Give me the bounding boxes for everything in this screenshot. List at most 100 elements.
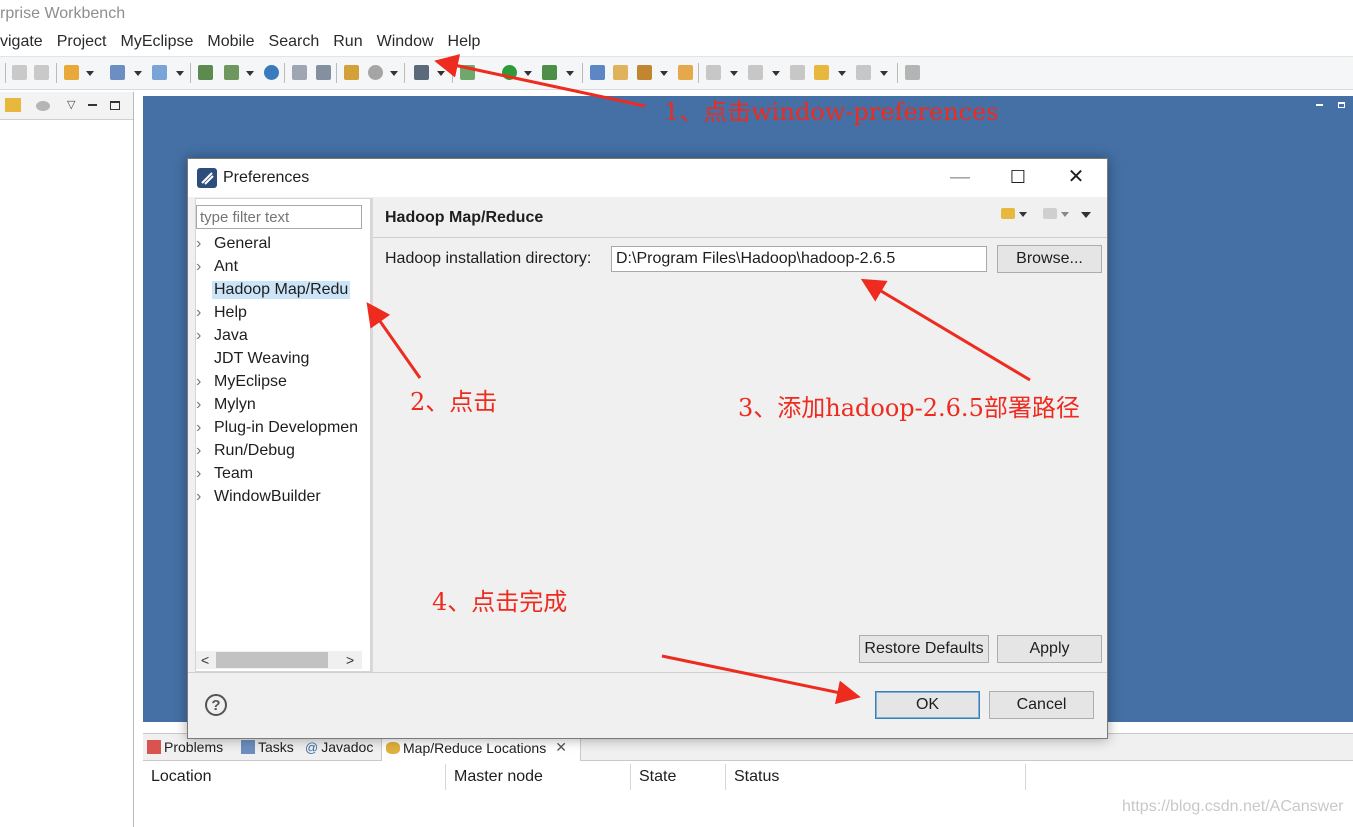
chevron-right-icon[interactable]: ›: [196, 258, 212, 276]
chevron-right-icon[interactable]: >: [346, 651, 354, 669]
forward-icon[interactable]: [856, 65, 871, 80]
chevron-down-icon[interactable]: [772, 71, 780, 76]
chevron-down-icon[interactable]: [730, 71, 738, 76]
tree-item[interactable]: › Help: [196, 302, 249, 324]
tree-item[interactable]: › Plug-in Developmen: [196, 417, 358, 439]
open-folder-icon[interactable]: [613, 65, 628, 80]
chevron-right-icon[interactable]: ›: [196, 327, 212, 345]
chevron-right-icon[interactable]: ›: [196, 235, 212, 253]
debug-icon[interactable]: [460, 65, 475, 80]
chevron-down-icon[interactable]: [1019, 212, 1027, 217]
chevron-right-icon[interactable]: ›: [196, 419, 212, 437]
chevron-down-icon[interactable]: ▽: [67, 98, 75, 111]
cancel-button[interactable]: Cancel: [989, 691, 1094, 719]
apply-button[interactable]: Apply: [997, 635, 1102, 663]
chevron-left-icon[interactable]: <: [201, 651, 209, 669]
folder-icon[interactable]: [678, 65, 693, 80]
minimize-icon[interactable]: [88, 104, 97, 106]
tree-item[interactable]: › WindowBuilder: [196, 486, 323, 508]
menu-project[interactable]: Project: [57, 30, 107, 54]
chevron-down-icon[interactable]: [566, 71, 574, 76]
tree-item[interactable]: Hadoop Map/Redu: [196, 279, 351, 301]
link-editor-icon[interactable]: [5, 98, 21, 112]
maximize-icon[interactable]: ☐: [998, 165, 1038, 191]
annotation-icon[interactable]: [706, 65, 721, 80]
chevron-down-icon[interactable]: [246, 71, 254, 76]
menu-window[interactable]: Window: [377, 30, 434, 54]
redo-icon[interactable]: [34, 65, 49, 80]
menu-mobile[interactable]: Mobile: [207, 30, 254, 54]
chevron-down-icon[interactable]: [437, 71, 445, 76]
close-icon[interactable]: ✕: [555, 739, 567, 756]
run-external-icon[interactable]: [542, 65, 557, 80]
chevron-down-icon[interactable]: [838, 71, 846, 76]
chevron-down-icon[interactable]: [1061, 212, 1069, 217]
back-icon[interactable]: [814, 65, 829, 80]
minimize-icon[interactable]: —: [940, 165, 980, 191]
globe-icon[interactable]: [264, 65, 279, 80]
pin-editor-icon[interactable]: [905, 65, 920, 80]
tab-javadoc[interactable]: @ Javadoc: [305, 739, 373, 755]
view-menu-icon[interactable]: [1081, 212, 1091, 218]
server-icon[interactable]: [198, 65, 213, 80]
next-annotation-icon[interactable]: [748, 65, 763, 80]
camera-icon[interactable]: [414, 65, 429, 80]
tree-item[interactable]: › General: [196, 233, 273, 255]
tree-item[interactable]: › MyEclipse: [196, 371, 289, 393]
chevron-right-icon[interactable]: ›: [196, 304, 212, 322]
chevron-down-icon[interactable]: [390, 71, 398, 76]
chevron-right-icon[interactable]: ›: [196, 488, 212, 506]
tree-item[interactable]: › Run/Debug: [196, 440, 297, 462]
column-header-master-node[interactable]: Master node: [446, 764, 631, 790]
tree-item[interactable]: › Java: [196, 325, 250, 347]
menu-search[interactable]: Search: [269, 30, 320, 54]
column-header-location[interactable]: Location: [143, 764, 446, 790]
db-icon[interactable]: [292, 65, 307, 80]
report-icon[interactable]: [344, 65, 359, 80]
deploy-icon[interactable]: [224, 65, 239, 80]
filter-input[interactable]: [196, 205, 362, 229]
back-icon[interactable]: [1001, 208, 1015, 219]
hadoop-dir-field[interactable]: D:\Program Files\Hadoop\hadoop-2.6.5: [611, 246, 987, 272]
ok-button[interactable]: OK: [875, 691, 980, 719]
scrollbar-thumb[interactable]: [216, 652, 328, 668]
last-edit-icon[interactable]: [790, 65, 805, 80]
chevron-down-icon[interactable]: [86, 71, 94, 76]
help-icon[interactable]: ?: [205, 694, 227, 716]
search-brush-icon[interactable]: [637, 65, 652, 80]
new-icon[interactable]: [64, 65, 79, 80]
maximize-icon[interactable]: [1338, 102, 1345, 108]
menu-run[interactable]: Run: [333, 30, 362, 54]
menu-navigate[interactable]: vigate: [0, 30, 43, 54]
column-header-state[interactable]: State: [631, 764, 726, 790]
maximize-icon[interactable]: [110, 101, 120, 110]
tab-map-reduce-locations[interactable]: Map/Reduce Locations ✕: [386, 739, 567, 756]
chevron-down-icon[interactable]: [880, 71, 888, 76]
web-icon[interactable]: [368, 65, 383, 80]
open-type-icon[interactable]: [152, 65, 167, 80]
run-icon[interactable]: [502, 65, 517, 80]
view-menu-icon[interactable]: [36, 101, 50, 111]
chevron-right-icon[interactable]: ›: [196, 396, 212, 414]
minimize-icon[interactable]: [1316, 104, 1323, 106]
tree-item[interactable]: › Team: [196, 463, 255, 485]
chevron-down-icon[interactable]: [660, 71, 668, 76]
chevron-right-icon[interactable]: ›: [196, 442, 212, 460]
tab-tasks[interactable]: Tasks: [241, 739, 294, 755]
chevron-down-icon[interactable]: [176, 71, 184, 76]
tree-item[interactable]: JDT Weaving: [196, 348, 311, 370]
new-wizard-icon[interactable]: [110, 65, 125, 80]
browse-button[interactable]: Browse...: [997, 245, 1102, 273]
chevron-down-icon[interactable]: [524, 71, 532, 76]
chevron-right-icon[interactable]: ›: [196, 465, 212, 483]
forward-icon[interactable]: [1043, 208, 1057, 219]
tab-problems[interactable]: Problems: [147, 739, 223, 755]
chevron-down-icon[interactable]: [134, 71, 142, 76]
restore-defaults-button[interactable]: Restore Defaults: [859, 635, 989, 663]
menu-help[interactable]: Help: [448, 30, 481, 54]
tree-item[interactable]: › Mylyn: [196, 394, 258, 416]
tree-item[interactable]: › Ant: [196, 256, 240, 278]
chevron-right-icon[interactable]: ›: [196, 373, 212, 391]
column-header-status[interactable]: Status: [726, 764, 1026, 790]
horizontal-scrollbar[interactable]: < >: [196, 651, 362, 669]
